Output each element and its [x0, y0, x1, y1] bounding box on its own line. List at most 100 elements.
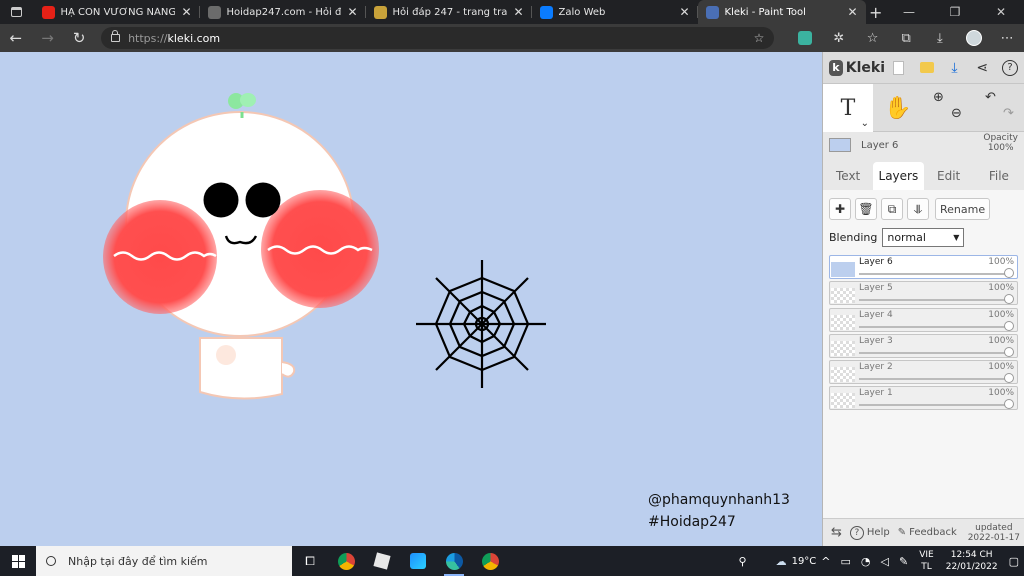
feedback-link[interactable]: ✎ Feedback: [898, 527, 957, 538]
layer-row[interactable]: Layer 1 100%: [829, 386, 1018, 411]
layer-row[interactable]: Layer 3 100%: [829, 333, 1018, 358]
battery-icon[interactable]: ▭: [841, 555, 851, 568]
layer-row[interactable]: Layer 2 100%: [829, 360, 1018, 385]
duplicate-layer-button[interactable]: ⧉: [881, 198, 903, 220]
chrome-app-2[interactable]: [472, 546, 508, 576]
help-link[interactable]: ? Help: [849, 525, 890, 540]
browser-tab[interactable]: HẠ CÒN VƯƠNG NẮNG ✕: [34, 0, 200, 24]
redo-icon[interactable]: ↷: [1003, 106, 1014, 121]
temperature[interactable]: 19°C: [792, 556, 817, 567]
hand-tool-button[interactable]: ✋: [873, 84, 923, 132]
kleki-logo[interactable]: k Kleki: [823, 59, 885, 76]
extensions-puzzle-icon[interactable]: ✲: [822, 24, 856, 52]
add-layer-button[interactable]: ✚: [829, 198, 851, 220]
panel-tab-text[interactable]: Text: [823, 162, 873, 190]
browser-tab[interactable]: Hoidap247.com - Hỏi đáp bà ✕: [200, 0, 366, 24]
layer-opacity-slider[interactable]: [859, 325, 1009, 328]
bluestacks-app[interactable]: [400, 546, 436, 576]
layer-opacity-slider[interactable]: [859, 299, 1009, 302]
close-tab-icon[interactable]: ✕: [847, 5, 857, 19]
browser-tab[interactable]: Zalo Web ✕: [532, 0, 698, 24]
chrome-app[interactable]: [328, 546, 364, 576]
layer-opacity-slider[interactable]: [859, 378, 1009, 381]
people-icon[interactable]: ⚲: [739, 555, 747, 568]
layer-row[interactable]: Layer 6 100%: [829, 255, 1018, 279]
search-icon: [46, 556, 56, 566]
layer-row[interactable]: Layer 5 100%: [829, 281, 1018, 306]
blending-select[interactable]: normal ▼: [882, 228, 965, 247]
drawing-canvas[interactable]: @phamquynhanh13 #Hoidap247: [0, 52, 822, 546]
downloads-icon[interactable]: ⤓: [923, 24, 957, 52]
updated-label: updated: [975, 522, 1013, 533]
slider-knob[interactable]: [1004, 346, 1014, 357]
input-language[interactable]: VIE TL: [919, 549, 934, 573]
slider-knob[interactable]: [1004, 320, 1014, 331]
restore-button[interactable]: ❐: [932, 0, 978, 24]
more-menu-icon[interactable]: ⋯: [990, 24, 1024, 52]
undo-icon[interactable]: ↶: [985, 90, 996, 105]
zoom-out-icon[interactable]: ⊖: [951, 106, 962, 121]
profile-avatar[interactable]: [957, 24, 991, 52]
panel-tab-layers[interactable]: Layers: [873, 162, 924, 190]
weather-cloud-icon[interactable]: ☁: [776, 555, 787, 568]
layer-opacity-slider[interactable]: [859, 273, 1009, 275]
favorites-icon[interactable]: ☆: [856, 24, 890, 52]
close-tab-icon[interactable]: ✕: [679, 5, 689, 19]
download-icon[interactable]: ⤓: [941, 52, 969, 84]
slider-knob[interactable]: [1004, 268, 1014, 278]
slider-knob[interactable]: [1004, 294, 1014, 305]
close-tab-icon[interactable]: ✕: [513, 5, 523, 19]
lock-icon: [111, 30, 121, 42]
favorite-star-icon[interactable]: ☆: [754, 31, 765, 45]
notifications-icon[interactable]: ▢: [1009, 555, 1019, 568]
merge-layer-button[interactable]: ⥥: [907, 198, 929, 220]
close-window-button[interactable]: ✕: [978, 0, 1024, 24]
tab-actions-button[interactable]: [0, 0, 34, 24]
slider-knob[interactable]: [1004, 373, 1014, 384]
back-button[interactable]: ←: [0, 24, 32, 52]
start-button[interactable]: [0, 546, 36, 576]
text-tool-button[interactable]: T ⌄: [823, 84, 873, 132]
layer-opacity: 100%: [988, 388, 1014, 399]
layer-thumbnail: [829, 138, 851, 152]
close-tab-icon[interactable]: ✕: [181, 5, 191, 19]
panel-tab-file[interactable]: File: [974, 162, 1024, 190]
pen-icon[interactable]: ✎: [899, 555, 908, 568]
clock[interactable]: 12:54 CH 22/01/2022: [946, 549, 998, 573]
address-bar[interactable]: https://kleki.com ☆: [101, 27, 775, 49]
volume-icon[interactable]: ◁: [881, 555, 889, 568]
update-info[interactable]: updated 2022-01-17: [968, 523, 1020, 543]
zoom-in-icon[interactable]: ⊕: [933, 90, 944, 105]
task-view-button[interactable]: ⧠: [292, 546, 328, 576]
taskbar-search[interactable]: Nhập tại đây để tìm kiếm: [36, 546, 292, 576]
network-icon[interactable]: ◔: [861, 555, 871, 568]
url-host: kleki.com: [167, 31, 221, 45]
minimize-button[interactable]: —: [886, 0, 932, 24]
help-icon[interactable]: ?: [996, 52, 1024, 84]
delete-layer-button[interactable]: 🗑: [855, 198, 877, 220]
browser-tab[interactable]: Kleki - Paint Tool ✕: [697, 0, 866, 24]
new-tab-button[interactable]: +: [866, 3, 886, 22]
updated-date: 2022-01-17: [967, 532, 1020, 543]
edge-app[interactable]: [436, 546, 472, 576]
new-image-icon[interactable]: [885, 52, 913, 84]
refresh-button[interactable]: ↻: [63, 24, 95, 52]
layer-opacity-slider[interactable]: [859, 404, 1009, 407]
rename-button[interactable]: Rename: [935, 198, 991, 220]
forward-button[interactable]: →: [32, 24, 64, 52]
youtube-icon: [41, 5, 55, 19]
browser-tab[interactable]: Hỏi đáp 247 - trang tra lời ✕: [366, 0, 532, 24]
share-icon[interactable]: ⋖: [968, 52, 996, 84]
show-hidden-icons[interactable]: ^: [821, 555, 830, 568]
extension-icon[interactable]: [788, 24, 822, 52]
roblox-app[interactable]: [364, 546, 400, 576]
layer-row[interactable]: Layer 4 100%: [829, 307, 1018, 332]
layer-name: Layer 2: [859, 362, 893, 373]
swap-side-icon[interactable]: ⇆: [831, 525, 842, 540]
close-tab-icon[interactable]: ✕: [347, 5, 357, 19]
collections-icon[interactable]: ⧉: [889, 24, 923, 52]
open-folder-icon[interactable]: [913, 52, 941, 84]
layer-opacity-slider[interactable]: [859, 351, 1009, 354]
panel-tab-edit[interactable]: Edit: [924, 162, 974, 190]
slider-knob[interactable]: [1004, 399, 1014, 410]
